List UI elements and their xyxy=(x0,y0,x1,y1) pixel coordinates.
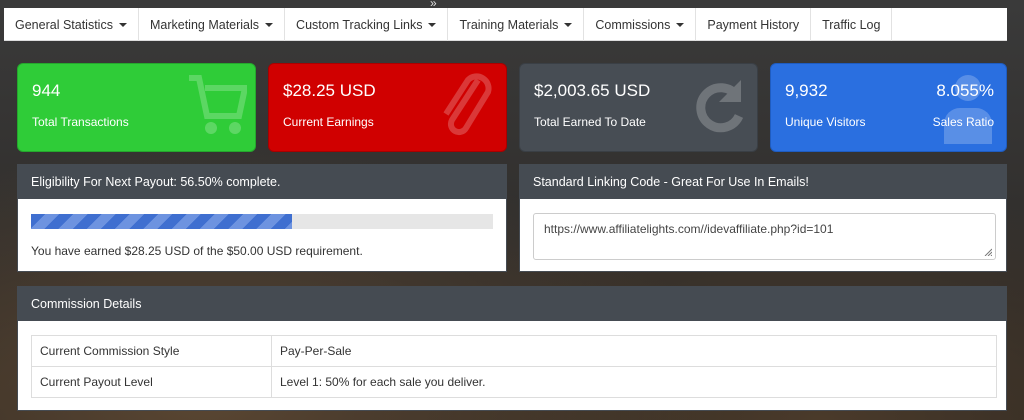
table-row: Current Payout Level Level 1: 50% for ea… xyxy=(31,366,997,398)
commission-details-panel: Commission Details Current Commission St… xyxy=(17,286,1007,411)
tile-label: Total Transactions xyxy=(32,115,129,129)
panel-title: Standard Linking Code - Great For Use In… xyxy=(520,165,1006,199)
payout-message: You have earned $28.25 USD of the $50.00… xyxy=(31,244,363,258)
nav-label: Payment History xyxy=(707,17,800,32)
payout-progress-bar xyxy=(31,214,493,229)
caret-down-icon xyxy=(428,22,437,27)
nav-label: Training Materials xyxy=(459,17,559,32)
tile-value: $2,003.65 USD xyxy=(534,81,651,100)
refresh-icon xyxy=(696,80,744,133)
tile-label: Total Earned To Date xyxy=(534,115,646,129)
tile-total-earned: $2,003.65 USD Total Earned To Date xyxy=(519,63,758,152)
tile-ratio-label: Sales Ratio xyxy=(932,115,994,129)
tile-current-earnings: $28.25 USD Current Earnings xyxy=(268,63,507,152)
linking-code-textarea[interactable]: https://www.affiliatelights.com//idevaff… xyxy=(533,213,996,260)
nav-commissions[interactable]: Commissions xyxy=(584,8,697,41)
nav-label: Custom Tracking Links xyxy=(296,17,423,32)
nav-traffic-log[interactable]: Traffic Log xyxy=(811,8,893,41)
caret-down-icon xyxy=(265,22,274,27)
tile-value: $28.25 USD xyxy=(283,81,376,100)
linking-code-panel: Standard Linking Code - Great For Use In… xyxy=(519,164,1007,272)
nav-marketing-materials[interactable]: Marketing Materials xyxy=(139,8,286,41)
nav-label: Commissions xyxy=(595,17,671,32)
nav-label: Traffic Log xyxy=(822,17,881,32)
caret-down-icon xyxy=(118,22,127,27)
nav-payment-history[interactable]: Payment History xyxy=(696,8,812,41)
tile-unique-visitors: 9,932 Unique Visitors 8.055% Sales Ratio xyxy=(770,63,1007,152)
commission-value: Pay-Per-Sale xyxy=(271,335,997,367)
tile-total-transactions: 944 Total Transactions xyxy=(17,63,256,152)
panel-title: Eligibility For Next Payout: 56.50% comp… xyxy=(18,165,506,199)
caret-down-icon xyxy=(564,22,573,27)
nav-general-statistics[interactable]: General Statistics xyxy=(4,8,139,41)
main-nav: General Statistics Marketing Materials C… xyxy=(4,8,1007,41)
tile-label: Unique Visitors xyxy=(785,115,866,129)
panel-title: Commission Details xyxy=(18,287,1006,321)
tile-value: 944 xyxy=(32,81,61,100)
linking-code-value: https://www.affiliatelights.com//idevaff… xyxy=(544,222,834,236)
nav-custom-tracking-links[interactable]: Custom Tracking Links xyxy=(285,8,449,41)
commission-key: Current Payout Level xyxy=(31,366,272,398)
paperclip-icon xyxy=(443,73,492,136)
nav-training-materials[interactable]: Training Materials xyxy=(448,8,585,41)
tile-ratio-value: 8.055% xyxy=(936,81,994,100)
progress-fill xyxy=(31,214,293,229)
table-row: Current Commission Style Pay-Per-Sale xyxy=(31,335,997,367)
tile-value: 9,932 xyxy=(785,81,828,100)
caret-down-icon xyxy=(676,22,685,27)
commission-value: Level 1: 50% for each sale you deliver. xyxy=(271,366,997,398)
resize-handle-icon[interactable] xyxy=(984,248,992,256)
tile-label: Current Earnings xyxy=(283,115,374,129)
commission-key: Current Commission Style xyxy=(31,335,272,367)
nav-label: General Statistics xyxy=(15,17,113,32)
cart-icon xyxy=(189,75,247,134)
commission-table: Current Commission Style Pay-Per-Sale Cu… xyxy=(31,335,997,398)
nav-label: Marketing Materials xyxy=(149,17,260,32)
payout-eligibility-panel: Eligibility For Next Payout: 56.50% comp… xyxy=(17,164,507,272)
